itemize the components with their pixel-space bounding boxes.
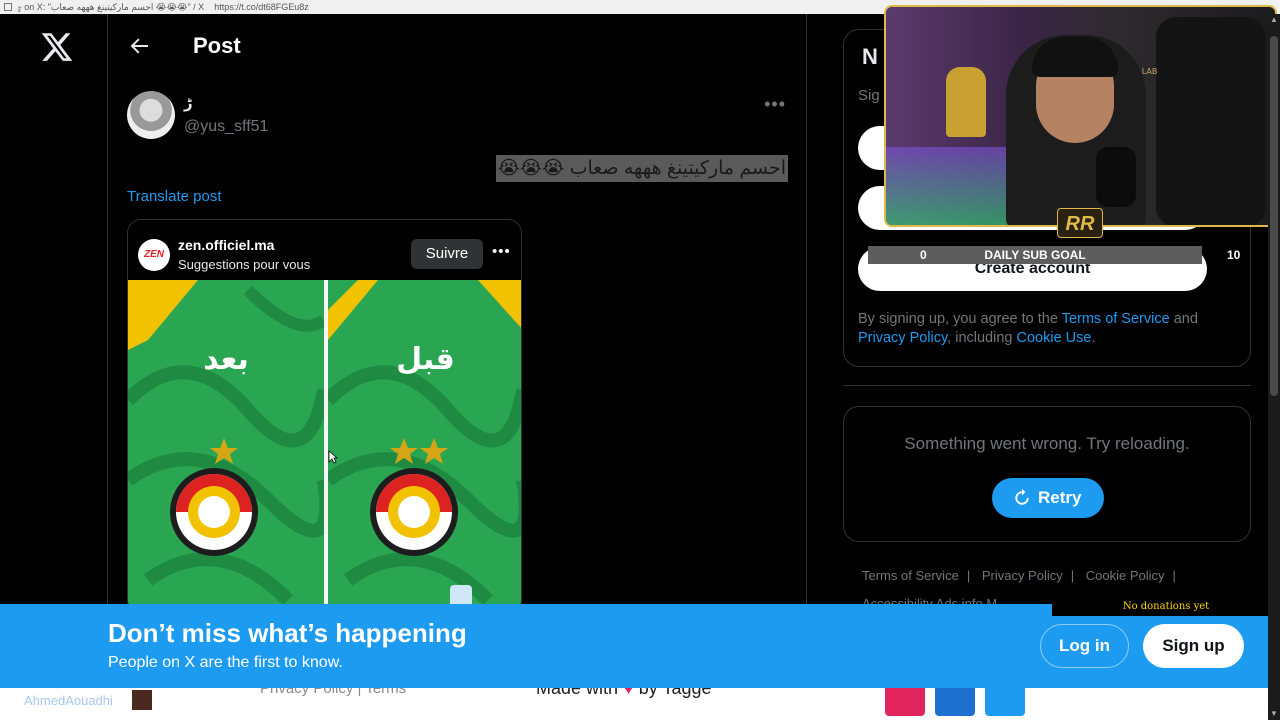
post-text: احسم ماركيتينغ هههه صعاب 😭😭😭 — [495, 155, 788, 182]
heart-icon: ♥ — [623, 688, 634, 698]
card-subtitle: Suggestions pour vous — [178, 257, 311, 272]
terms-including: , including — [947, 330, 1017, 346]
main-column: Post ڑ @yus_sff51 ••• احسم ماركيتينغ ههه… — [109, 14, 807, 614]
embedded-media-card[interactable]: ZEN zen.officiel.ma Suggestions pour vou… — [127, 219, 522, 614]
made-with-text: Made with ♥ by Tagge — [536, 688, 711, 699]
card-header: ZEN zen.officiel.ma Suggestions pour vou… — [128, 220, 521, 280]
social-icon-1[interactable] — [885, 688, 925, 716]
microphone-icon — [1096, 147, 1136, 207]
translate-post-link[interactable]: Translate post — [127, 188, 222, 205]
author-handle[interactable]: @yus_sff51 — [184, 118, 268, 136]
signup-title: N — [862, 44, 878, 69]
footer-links: Terms of Service | Privacy Policy | Cookie… — [862, 568, 1176, 583]
scroll-up-icon[interactable]: ▲ — [1268, 14, 1280, 26]
stream-footer: AhmedAouadhi Privacy Policy | Terms Made… — [0, 688, 1268, 720]
sub-goal-max: 10 — [1227, 248, 1241, 262]
scroll-down-icon[interactable]: ▼ — [1268, 708, 1280, 720]
browser-tab-title[interactable]: 𝓏 on X: "احسم ماركيتينغ هههه صعاب 😭😭😭" /… — [18, 2, 205, 12]
footer-cookie-link[interactable]: Cookie Policy — [1086, 568, 1165, 583]
jersey-image-after: بعد — [128, 280, 324, 613]
x-logo-icon[interactable] — [40, 30, 74, 64]
before-label: قبل — [396, 343, 455, 376]
error-panel: Something went wrong. Try reloading. Ret… — [843, 406, 1251, 542]
terms-and: and — [1169, 311, 1198, 327]
back-arrow-icon[interactable] — [127, 34, 151, 58]
stream-username: AhmedAouadhi — [24, 693, 113, 708]
retry-label: Retry — [1038, 488, 1082, 507]
tab-favicon-icon — [4, 3, 12, 11]
login-button[interactable]: Log in — [1040, 624, 1129, 668]
donations-ticker: No donations yet — [1052, 598, 1280, 616]
trophy-image — [946, 67, 986, 137]
made-by-label: by Tagge — [633, 688, 712, 698]
cookie-link[interactable]: Cookie Use — [1017, 330, 1092, 346]
divider — [843, 385, 1251, 386]
card-username: zen.officiel.ma — [178, 237, 275, 253]
terms-link[interactable]: Terms of Service — [1062, 311, 1170, 327]
author-display-name[interactable]: ڑ — [184, 94, 193, 112]
footer-privacy-link[interactable]: Privacy Policy — [982, 568, 1063, 583]
more-options-icon[interactable]: ••• — [764, 94, 786, 115]
error-message: Something went wrong. Try reloading. — [904, 434, 1190, 453]
screen: 𝓏 on X: "احسم ماركيتينغ هههه صعاب 😭😭😭" /… — [0, 0, 1280, 720]
footer-terms-link[interactable]: Terms of Service — [862, 568, 959, 583]
scroll-thumb[interactable] — [1270, 36, 1278, 396]
sub-goal-label: DAILY SUB GOAL — [984, 248, 1086, 262]
webcam-overlay: SECRET LAB — [884, 5, 1277, 227]
bottom-links[interactable]: Privacy Policy | Terms — [260, 688, 406, 697]
facebook-icon[interactable] — [935, 688, 975, 716]
mouse-cursor-icon — [328, 450, 338, 464]
after-label: بعد — [203, 343, 249, 376]
follow-button[interactable]: Suivre — [411, 239, 483, 269]
author-avatar[interactable] — [127, 91, 175, 139]
left-navigation — [0, 14, 108, 614]
jersey-image-before: قبل — [328, 280, 521, 613]
stream-badge-logo: RR — [1057, 208, 1103, 238]
refresh-icon — [1015, 488, 1029, 505]
banner-subtitle: People on X are the first to know. — [108, 654, 343, 671]
page-title: Post — [193, 33, 241, 58]
scrollbar[interactable]: ▲ ▼ — [1268, 14, 1280, 720]
retry-button[interactable]: Retry — [992, 478, 1104, 518]
stream-avatar — [132, 690, 152, 710]
sub-goal-bar: 0 DAILY SUB GOAL — [868, 246, 1202, 264]
card-more-icon[interactable]: ••• — [492, 243, 511, 260]
browser-url[interactable]: https://t.co/dt68FGEu8z — [214, 2, 309, 12]
twitter-icon[interactable] — [985, 688, 1025, 716]
signup-subtitle: Sig — [858, 87, 880, 104]
terms-end: . — [1091, 330, 1096, 346]
gaming-chair — [1156, 17, 1266, 225]
login-banner: Don’t miss what’s happening People on X … — [0, 604, 1268, 688]
signup-button[interactable]: Sign up — [1143, 624, 1244, 668]
zen-logo: ZEN — [138, 239, 170, 271]
terms-prefix: By signing up, you agree to the — [858, 311, 1062, 327]
banner-title: Don’t miss what’s happening — [108, 618, 467, 648]
made-with-label: Made with — [536, 688, 619, 698]
terms-text: By signing up, you agree to the Terms of… — [858, 310, 1218, 348]
privacy-link[interactable]: Privacy Policy — [858, 330, 947, 346]
